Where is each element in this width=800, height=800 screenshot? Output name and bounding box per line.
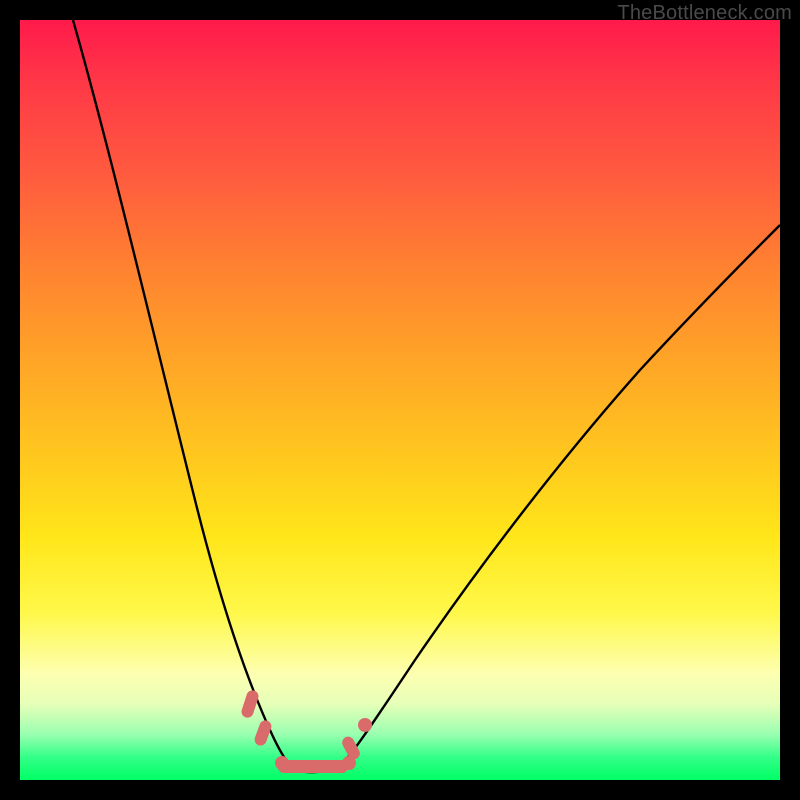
bottleneck-curve (20, 20, 780, 780)
frame: TheBottleneck.com (0, 0, 800, 800)
curve-right-branch (338, 225, 780, 768)
marker-floor-left-dot (275, 756, 289, 770)
watermark-text: TheBottleneck.com (617, 2, 792, 25)
marker-right-dot (358, 718, 372, 732)
curve-left-branch (73, 20, 292, 768)
plot-area (20, 20, 780, 780)
